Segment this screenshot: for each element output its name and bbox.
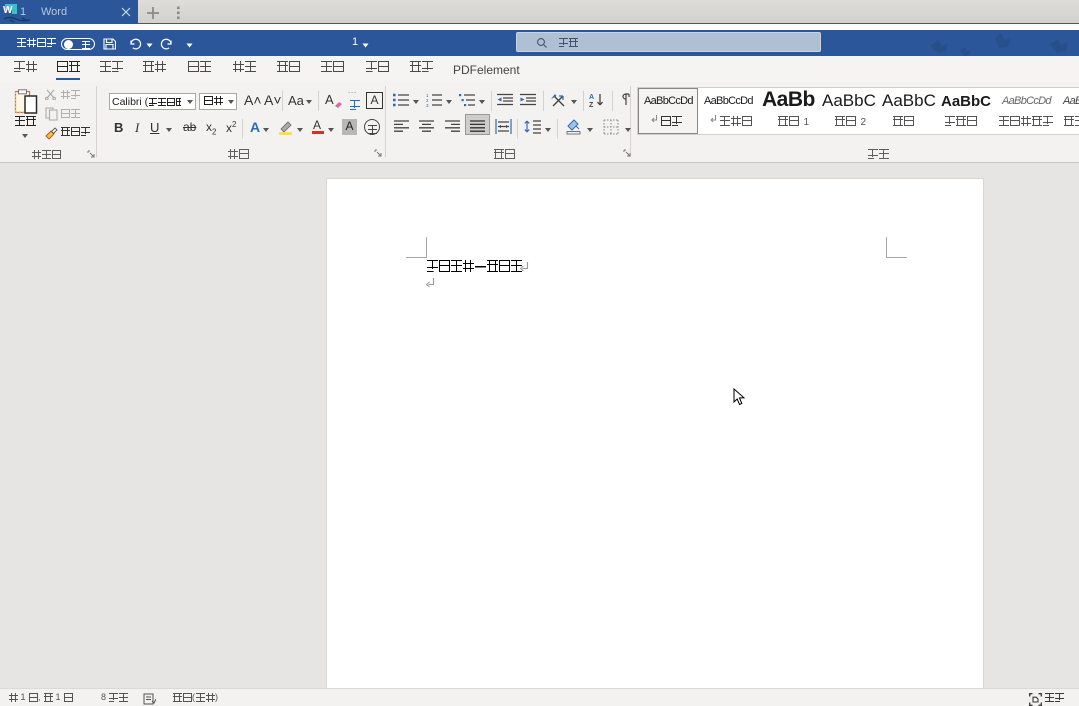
svg-text:A: A: [589, 94, 594, 101]
svg-text:3: 3: [426, 103, 429, 107]
svg-text:Z: Z: [589, 102, 594, 108]
